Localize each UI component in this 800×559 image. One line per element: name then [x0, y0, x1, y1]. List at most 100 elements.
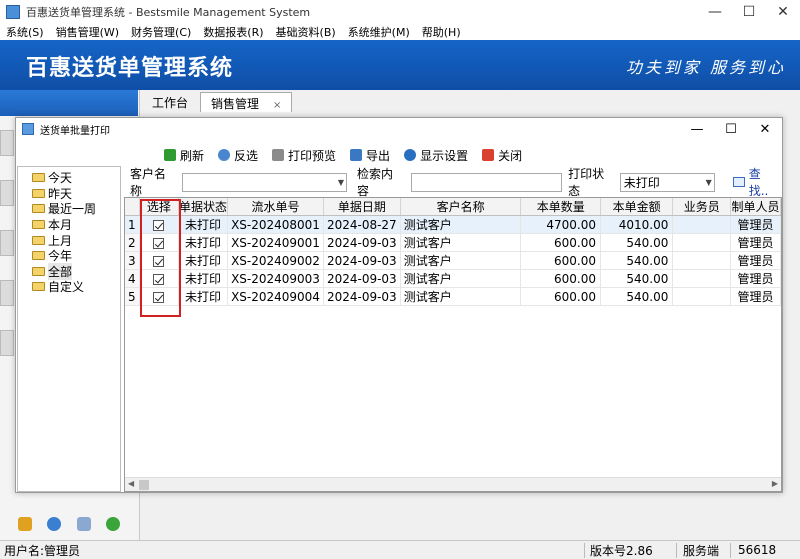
scroll-thumb[interactable] [139, 480, 149, 490]
cell-date: 2024-09-03 [323, 233, 401, 252]
row-checkbox[interactable] [153, 291, 165, 303]
row-number: 4 [125, 269, 140, 288]
table-row[interactable]: 2 未打印 XS-202409001 2024-09-03 测试客户 600.0… [125, 233, 781, 252]
tree-item-this-month[interactable]: 本月 [18, 217, 120, 233]
header-date[interactable]: 单据日期 [323, 198, 401, 216]
dialog-close-button[interactable]: ✕ [748, 118, 782, 140]
tab-close-icon[interactable]: × [273, 100, 281, 111]
search-input[interactable] [410, 172, 563, 192]
orders-grid: 选择 单据状态 流水单号 单据日期 客户名称 本单数量 本单金额 业务员 制单人… [124, 197, 782, 492]
edit-icon[interactable] [17, 517, 32, 531]
cell-qty: 600.00 [520, 269, 601, 288]
cell-salesman [672, 233, 732, 252]
export-button[interactable]: 导出 [350, 147, 390, 164]
refresh-button[interactable]: 刷新 [164, 147, 204, 164]
search-icon[interactable] [76, 517, 91, 531]
printer-icon [272, 149, 285, 161]
header-serial[interactable]: 流水单号 [227, 198, 324, 216]
close-dialog-button[interactable]: 关闭 [482, 147, 522, 164]
sidebar-tab[interactable] [0, 130, 14, 156]
scroll-right-icon[interactable]: ▶ [772, 479, 778, 488]
status-divider [584, 543, 585, 558]
header-qty[interactable]: 本单数量 [520, 198, 601, 216]
sidebar-tab[interactable] [0, 280, 14, 306]
tree-item-today[interactable]: 今天 [18, 170, 120, 186]
header-customer[interactable]: 客户名称 [400, 198, 522, 216]
cell-amount: 540.00 [600, 287, 674, 306]
sidebar-tab[interactable] [0, 180, 14, 206]
cell-qty: 4700.00 [520, 215, 601, 234]
cell-status: 未打印 [178, 233, 229, 252]
menu-reports[interactable]: 数据报表(R) [197, 24, 269, 40]
cell-status: 未打印 [178, 215, 229, 234]
find-button[interactable]: 查找.. [732, 165, 780, 199]
tree-item-all[interactable]: 全部 [18, 262, 120, 280]
folder-icon [32, 235, 45, 245]
dialog-titlebar: 送货单批量打印 — ☐ ✕ [16, 118, 782, 140]
header-salesman[interactable]: 业务员 [672, 198, 732, 216]
find-label: 查找.. [748, 167, 769, 198]
cell-date: 2024-09-03 [323, 287, 401, 306]
table-row[interactable]: 5 未打印 XS-202409004 2024-09-03 测试客户 600.0… [125, 287, 781, 306]
tab-sales[interactable]: 销售管理 × [200, 92, 293, 112]
info-icon[interactable] [47, 517, 62, 531]
table-row[interactable]: 1 未打印 XS-202408001 2024-08-27 测试客户 4700.… [125, 215, 781, 234]
print-preview-button[interactable]: 打印预览 [272, 147, 336, 164]
sidebar-tab[interactable] [0, 330, 14, 356]
cell-maker: 管理员 [730, 269, 781, 288]
table-row[interactable]: 3 未打印 XS-202409002 2024-09-03 测试客户 600.0… [125, 251, 781, 270]
header-rownum [125, 198, 140, 216]
row-checkbox[interactable] [153, 255, 165, 267]
horizontal-scrollbar[interactable]: ◀ ▶ [125, 477, 781, 491]
cell-date: 2024-08-27 [323, 215, 401, 234]
row-number: 2 [125, 233, 140, 252]
invert-selection-button[interactable]: 反选 [218, 147, 258, 164]
row-checkbox[interactable] [153, 273, 165, 285]
app-icon [6, 5, 20, 19]
minimize-button[interactable]: — [698, 0, 732, 24]
row-checkbox[interactable] [153, 237, 165, 249]
folder-icon [32, 188, 45, 198]
header-status[interactable]: 单据状态 [178, 198, 229, 216]
tree-item-last-month[interactable]: 上月 [18, 232, 120, 248]
cell-maker: 管理员 [730, 251, 781, 270]
table-row[interactable]: 4 未打印 XS-202409003 2024-09-03 测试客户 600.0… [125, 269, 781, 288]
display-settings-button[interactable]: 显示设置 [404, 147, 468, 164]
menu-finance[interactable]: 财务管理(C) [125, 24, 197, 40]
header-maker[interactable]: 制单人员 [730, 198, 781, 216]
tree-item-yesterday[interactable]: 昨天 [18, 186, 120, 202]
folder-icon [32, 220, 45, 230]
orders-table: 选择 单据状态 流水单号 单据日期 客户名称 本单数量 本单金额 业务员 制单人… [125, 198, 781, 306]
tab-workbench[interactable]: 工作台 [142, 92, 198, 112]
menu-help[interactable]: 帮助(H) [416, 24, 467, 40]
tree-item-last-week[interactable]: 最近一周 [18, 201, 120, 217]
header-select[interactable]: 选择 [139, 198, 180, 216]
customer-select[interactable]: ▼ [181, 172, 348, 192]
cell-maker: 管理员 [730, 287, 781, 306]
menu-maintenance[interactable]: 系统维护(M) [342, 24, 416, 40]
menu-sales[interactable]: 销售管理(W) [50, 24, 125, 40]
cell-amount: 540.00 [600, 251, 674, 270]
sidebar-tab[interactable] [0, 230, 14, 256]
table-header: 选择 单据状态 流水单号 单据日期 客户名称 本单数量 本单金额 业务员 制单人… [125, 198, 781, 216]
preview-label: 打印预览 [288, 148, 337, 163]
close-button[interactable]: ✕ [766, 0, 800, 24]
maximize-button[interactable]: ☐ [732, 0, 766, 24]
scroll-left-icon[interactable]: ◀ [128, 479, 134, 488]
menu-system[interactable]: 系统(S) [0, 24, 50, 40]
cell-maker: 管理员 [730, 215, 781, 234]
find-icon [732, 177, 745, 187]
chevron-down-icon: ▼ [705, 177, 712, 187]
tree-item-this-year[interactable]: 今年 [18, 248, 120, 264]
refresh-icon[interactable] [106, 517, 121, 531]
row-checkbox[interactable] [153, 219, 165, 231]
menu-basic-data[interactable]: 基础资料(B) [270, 24, 342, 40]
dialog-minimize-button[interactable]: — [680, 118, 714, 140]
dialog-maximize-button[interactable]: ☐ [714, 118, 748, 140]
window-controls: — ☐ ✕ [698, 0, 800, 24]
tree-item-custom[interactable]: 自定义 [18, 279, 120, 295]
print-status-select[interactable]: 未打印 ▼ [619, 172, 715, 192]
header-amount[interactable]: 本单金额 [600, 198, 674, 216]
close-icon [482, 149, 495, 161]
cell-serial: XS-202409004 [227, 287, 324, 306]
